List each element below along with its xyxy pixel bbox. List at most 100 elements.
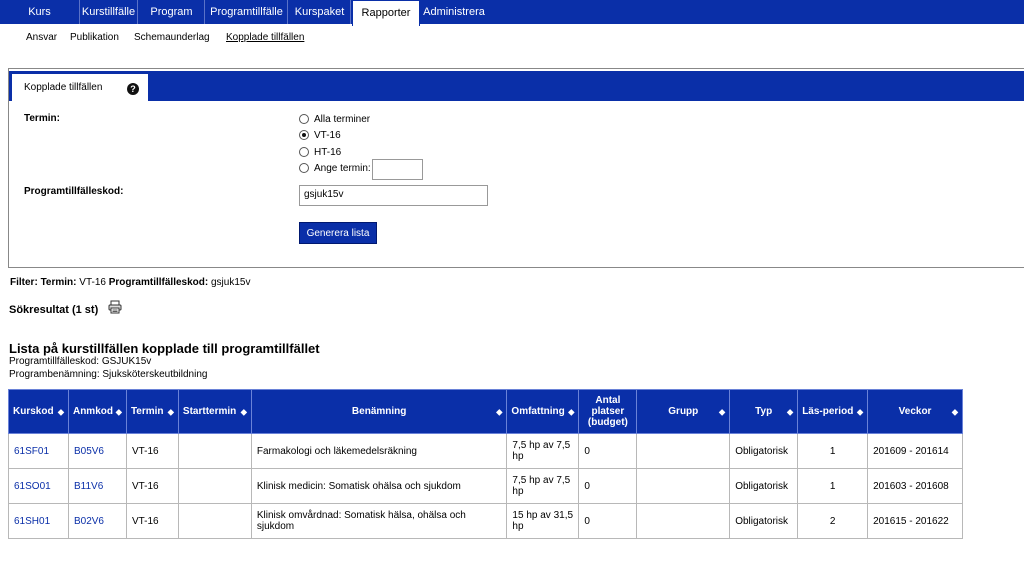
- filter-termin-label: Termin:: [40, 277, 77, 288]
- cell-kurskod[interactable]: 61SO01: [8, 468, 69, 504]
- cell-antal-platser: 0: [578, 503, 638, 539]
- cell-veckor: 201615 - 201622: [867, 503, 963, 539]
- nav-tab-program[interactable]: Program: [139, 0, 205, 24]
- nav-tab-kurstillfalle[interactable]: Kurstillfälle: [80, 0, 138, 24]
- sort-icon[interactable]: ◆: [168, 407, 174, 416]
- cell-las-period: 1: [797, 433, 869, 469]
- nav-tab-kurs[interactable]: Kurs: [0, 0, 80, 24]
- column-header-kurskod[interactable]: Kurskod ◆: [8, 389, 69, 434]
- cell-las-period: 1: [797, 468, 869, 504]
- cell-typ: Obligatorisk: [729, 503, 799, 539]
- programkod-input[interactable]: gsjuk15v: [299, 185, 488, 206]
- column-header-las-period[interactable]: Läs-period ◆: [797, 389, 869, 434]
- subnav-ansvar[interactable]: Ansvar: [26, 32, 57, 43]
- cell-typ: Obligatorisk: [729, 468, 799, 504]
- sort-icon[interactable]: ◆: [116, 407, 122, 416]
- cell-veckor: 201603 - 201608: [867, 468, 963, 504]
- sub-navigation: Ansvar Publikation Schemaunderlag Koppla…: [0, 26, 1024, 50]
- cell-benamning: Klinisk omvårdnad: Somatisk hälsa, ohäls…: [250, 503, 508, 539]
- help-icon[interactable]: ?: [127, 83, 139, 95]
- cell-benamning: Farmakologi och läkemedelsräkning: [250, 433, 508, 469]
- sort-icon[interactable]: ◆: [568, 407, 574, 416]
- filter-kod-value: gsjuk15v: [211, 277, 251, 288]
- sort-icon[interactable]: ◆: [241, 407, 247, 416]
- radio-label: HT-16: [314, 147, 342, 158]
- cell-grupp: [636, 468, 731, 504]
- cell-starttermin: [177, 433, 252, 469]
- radio-button[interactable]: [299, 114, 309, 124]
- results-count: Sökresultat (1 st): [9, 304, 99, 316]
- cell-benamning: Klinisk medicin: Somatisk ohälsa och sju…: [250, 468, 508, 504]
- cell-termin: VT-16: [125, 433, 179, 469]
- column-header-starttermin[interactable]: Starttermin ◆: [177, 389, 252, 434]
- radio-button[interactable]: [299, 147, 309, 157]
- nav-tab-rapporter[interactable]: Rapporter: [352, 0, 420, 26]
- column-header-grupp[interactable]: Grupp ◆: [636, 389, 731, 434]
- print-icon[interactable]: [108, 300, 122, 314]
- radio-button-checked[interactable]: [299, 130, 309, 140]
- table-row: 61SO01 B11V6 VT-16 Klinisk medicin: Soma…: [8, 468, 963, 504]
- subnav-schemaunderlag[interactable]: Schemaunderlag: [134, 32, 210, 43]
- cell-omfattning: 7,5 hp av 7,5 hp: [506, 433, 580, 469]
- subnav-kopplade-tillfallen[interactable]: Kopplade tillfällen: [226, 32, 304, 43]
- table-header-row: Kurskod ◆ Anmkod ◆ Termin ◆ Starttermin ◆ Be…: [8, 389, 963, 434]
- panel-tab-bar: [9, 71, 1024, 101]
- cell-kurskod[interactable]: 61SH01: [8, 503, 69, 539]
- list-programkod: Programtillfälleskod: GSJUK15v: [9, 356, 152, 367]
- cell-termin: VT-16: [125, 503, 179, 539]
- column-header-antal-platser[interactable]: Antal platser (budget): [578, 389, 638, 434]
- column-header-veckor[interactable]: Veckor ◆: [867, 389, 963, 434]
- nav-tab-programtillfalle[interactable]: Programtillfälle: [206, 0, 288, 24]
- sort-icon[interactable]: ◆: [58, 407, 64, 416]
- radio-label: VT-16: [314, 130, 341, 141]
- filter-kod-label: Programtillfälleskod:: [108, 277, 209, 288]
- generera-lista-button[interactable]: Generera lista: [299, 222, 377, 244]
- cell-omfattning: 15 hp av 31,5 hp: [506, 503, 580, 539]
- filter-termin-value: VT-16: [79, 277, 106, 288]
- list-programnamn: Programbenämning: Sjuksköterskeutbildnin…: [9, 369, 208, 380]
- sort-icon[interactable]: ◆: [496, 407, 502, 416]
- programkod-label: Programtillfälleskod:: [24, 186, 124, 197]
- results-table: Kurskod ◆ Anmkod ◆ Termin ◆ Starttermin ◆ Be…: [8, 389, 963, 539]
- top-navigation: Kurs Kurstillfälle Program Programtillfä…: [0, 0, 1024, 26]
- search-panel: Kopplade tillfällen ? Termin: Alla termi…: [8, 68, 1024, 268]
- cell-anmkod[interactable]: B02V6: [67, 503, 127, 539]
- nav-tab-administrera[interactable]: Administrera: [421, 0, 487, 24]
- cell-veckor: 201609 - 201614: [867, 433, 963, 469]
- nav-tab-kurspaket[interactable]: Kurspaket: [289, 0, 351, 24]
- cell-grupp: [636, 433, 731, 469]
- list-title: Lista på kurstillfällen kopplade till pr…: [9, 341, 320, 356]
- cell-starttermin: [177, 468, 252, 504]
- cell-antal-platser: 0: [578, 468, 638, 504]
- panel-tab-kopplade-tillfallen[interactable]: Kopplade tillfällen ?: [12, 73, 148, 101]
- cell-anmkod[interactable]: B11V6: [67, 468, 127, 504]
- subnav-publikation[interactable]: Publikation: [70, 32, 119, 43]
- cell-starttermin: [177, 503, 252, 539]
- column-header-anmkod[interactable]: Anmkod ◆: [67, 389, 127, 434]
- termin-label: Termin:: [24, 113, 60, 124]
- panel-tab-label: Kopplade tillfällen: [24, 82, 103, 93]
- column-header-omfattning[interactable]: Omfattning ◆: [506, 389, 580, 434]
- table-row: 61SH01 B02V6 VT-16 Klinisk omvårdnad: So…: [8, 503, 963, 539]
- cell-anmkod[interactable]: B05V6: [67, 433, 127, 469]
- table-row: 61SF01 B05V6 VT-16 Farmakologi och läkem…: [8, 433, 963, 469]
- sort-icon[interactable]: ◆: [719, 407, 725, 416]
- radio-button[interactable]: [299, 163, 309, 173]
- cell-antal-platser: 0: [578, 433, 638, 469]
- sort-icon[interactable]: ◆: [952, 407, 958, 416]
- sort-icon[interactable]: ◆: [857, 407, 863, 416]
- cell-las-period: 2: [797, 503, 869, 539]
- column-header-typ[interactable]: Typ ◆: [729, 389, 799, 434]
- cell-typ: Obligatorisk: [729, 433, 799, 469]
- ange-termin-input[interactable]: [372, 159, 423, 180]
- cell-omfattning: 7,5 hp av 7,5 hp: [506, 468, 580, 504]
- cell-grupp: [636, 503, 731, 539]
- sort-icon[interactable]: ◆: [787, 407, 793, 416]
- filter-summary: Filter: Termin: VT-16 Programtillfällesk…: [10, 277, 250, 288]
- column-header-benamning[interactable]: Benämning ◆: [250, 389, 508, 434]
- radio-label: Ange termin:: [314, 163, 371, 174]
- filter-prefix: Filter:: [10, 277, 38, 288]
- column-header-termin[interactable]: Termin ◆: [125, 389, 179, 434]
- radio-label: Alla terminer: [314, 114, 371, 125]
- cell-kurskod[interactable]: 61SF01: [8, 433, 69, 469]
